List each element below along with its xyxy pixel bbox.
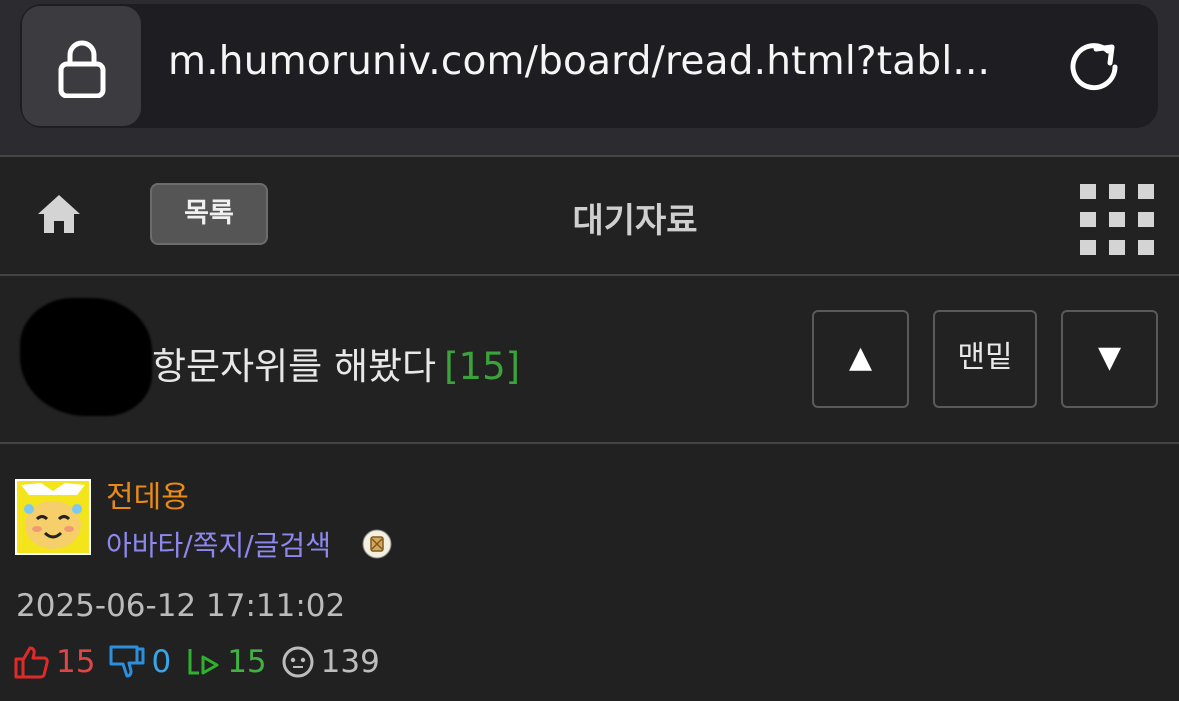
board-nav: 목록 대기자료 bbox=[0, 157, 1179, 274]
post-stats: 15 0 15 139 bbox=[14, 644, 394, 680]
menu-grid-icon[interactable] bbox=[1080, 184, 1154, 255]
share-stat[interactable]: 15 bbox=[185, 644, 267, 680]
board-title: 대기자료 bbox=[572, 201, 698, 241]
avatar[interactable] bbox=[15, 479, 91, 555]
share-count: 15 bbox=[227, 644, 267, 680]
dislike-stat[interactable]: 0 bbox=[109, 644, 171, 680]
thumbs-down-icon bbox=[109, 645, 145, 678]
redacted-mark bbox=[20, 298, 152, 416]
like-stat[interactable]: 15 bbox=[14, 644, 95, 680]
comment-count[interactable]: [15] bbox=[444, 345, 520, 388]
site-info-button[interactable] bbox=[22, 6, 141, 126]
lock-icon bbox=[58, 40, 106, 98]
post-date: 2025-06-12 17:11:02 bbox=[16, 588, 346, 624]
like-count: 15 bbox=[56, 644, 96, 680]
scroll-up-button[interactable]: ▲ bbox=[812, 310, 909, 408]
dislike-count: 0 bbox=[151, 644, 172, 680]
post-title-row: 항문자위를 해봤다 [15] ▲ 맨밑 ▼ bbox=[0, 276, 1179, 442]
home-icon[interactable] bbox=[36, 193, 82, 235]
browser-url-area: m.humoruniv.com/board/read.html?tabl... bbox=[0, 0, 1179, 155]
divider bbox=[0, 442, 1179, 444]
view-stat: 139 bbox=[281, 644, 380, 680]
views-face-icon bbox=[282, 646, 314, 678]
author-name[interactable]: 전데용 bbox=[106, 472, 189, 516]
post-title-text: 항문자위를 해봤다 bbox=[152, 345, 437, 388]
level-badge-icon bbox=[362, 529, 392, 559]
author-links[interactable]: 아바타/쪽지/글검색 bbox=[106, 524, 331, 564]
thumbs-up-icon bbox=[14, 646, 49, 679]
scroll-bottom-button[interactable]: 맨밑 bbox=[933, 310, 1037, 408]
reload-icon[interactable] bbox=[1066, 37, 1126, 97]
scroll-down-button[interactable]: ▼ bbox=[1061, 310, 1158, 408]
post-title: 항문자위를 해봤다 [15] bbox=[152, 336, 520, 390]
url-text[interactable]: m.humoruniv.com/board/read.html?tabl... bbox=[168, 39, 990, 84]
address-bar[interactable]: m.humoruniv.com/board/read.html?tabl... bbox=[20, 4, 1158, 128]
view-count: 139 bbox=[320, 644, 380, 680]
list-button[interactable]: 목록 bbox=[150, 183, 268, 245]
share-arrow-icon bbox=[188, 649, 219, 675]
